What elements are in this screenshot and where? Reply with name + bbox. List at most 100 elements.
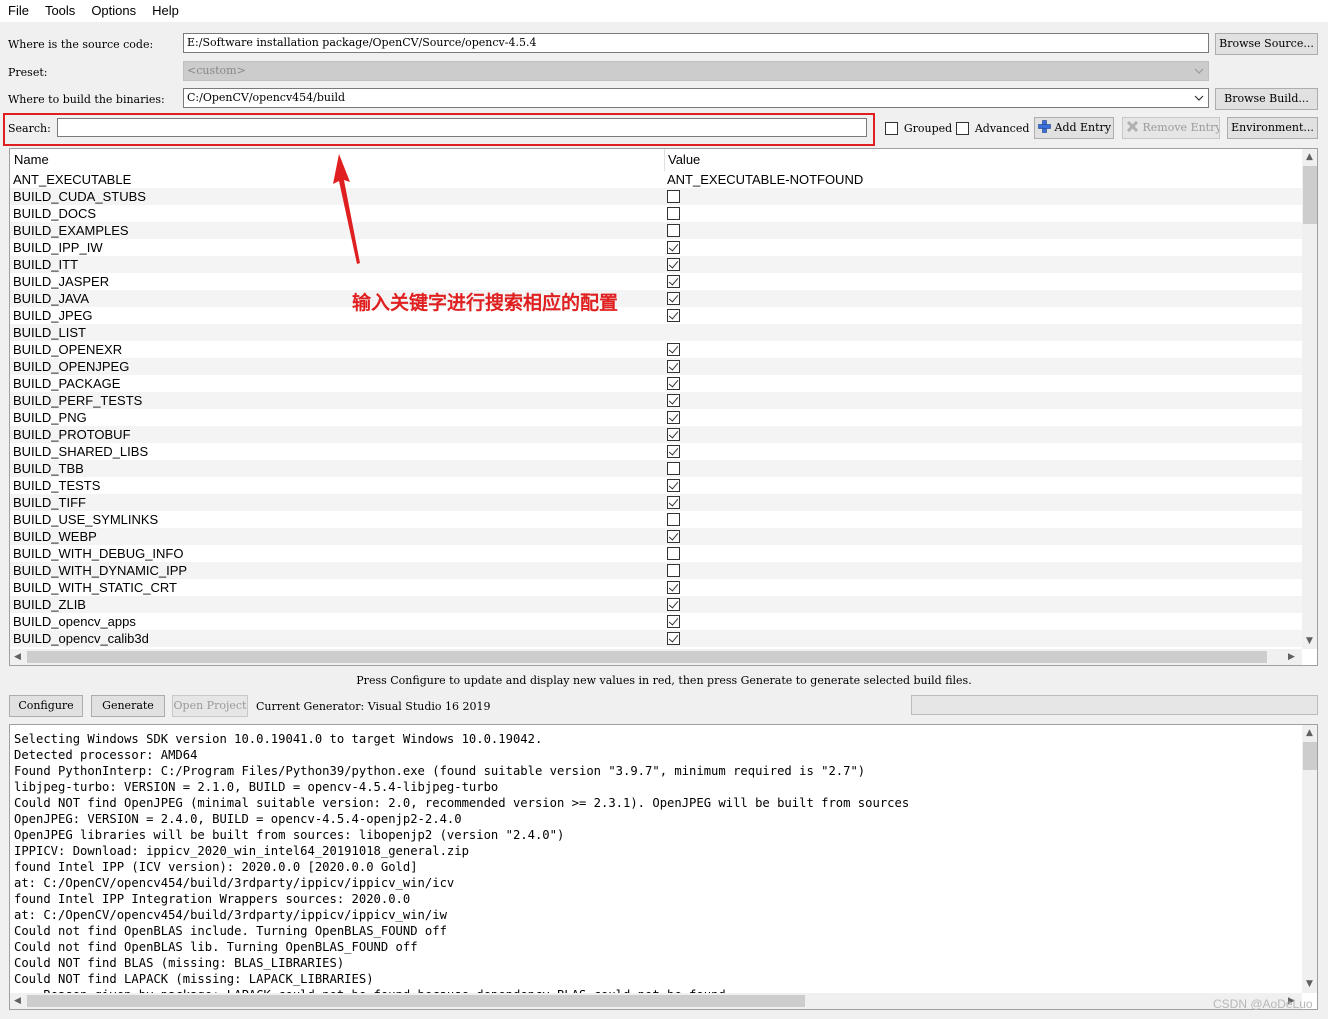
- log-vertical-scrollbar[interactable]: ▲ ▼: [1302, 725, 1317, 993]
- table-row[interactable]: BUILD_TESTS: [10, 477, 1302, 494]
- source-path-input[interactable]: E:/Software installation package/OpenCV/…: [183, 33, 1209, 53]
- menu-file[interactable]: File: [0, 0, 37, 22]
- table-row[interactable]: BUILD_ZLIB: [10, 596, 1302, 613]
- output-log-text: Selecting Windows SDK version 10.0.19041…: [14, 731, 909, 1003]
- scroll-up-icon[interactable]: ▲: [1306, 728, 1313, 738]
- table-row[interactable]: BUILD_opencv_apps: [10, 613, 1302, 630]
- grouped-checkbox-box[interactable]: [885, 122, 898, 135]
- table-row[interactable]: BUILD_PROTOBUF: [10, 426, 1302, 443]
- row-name: BUILD_ZLIB: [13, 597, 86, 612]
- add-entry-button[interactable]: Add Entry: [1034, 117, 1114, 139]
- row-value-checkbox[interactable]: [667, 275, 680, 288]
- table-row[interactable]: BUILD_PERF_TESTS: [10, 392, 1302, 409]
- build-path-select[interactable]: C:/OpenCV/opencv454/build: [183, 88, 1209, 108]
- table-vertical-scrollbar[interactable]: ▲ ▼: [1302, 149, 1317, 649]
- table-row[interactable]: ANT_EXECUTABLE ANT_EXECUTABLE-NOTFOUND: [10, 171, 1302, 188]
- row-value-checkbox[interactable]: [667, 615, 680, 628]
- row-name: BUILD_DOCS: [13, 206, 97, 221]
- row-value-checkbox[interactable]: [667, 462, 680, 475]
- row-value-checkbox[interactable]: [667, 309, 680, 322]
- row-value-text: ANT_EXECUTABLE-NOTFOUND: [667, 172, 864, 187]
- row-value-checkbox[interactable]: [667, 394, 680, 407]
- table-row[interactable]: BUILD_DOCS: [10, 205, 1302, 222]
- scroll-down-icon[interactable]: ▼: [1306, 636, 1313, 646]
- row-value-checkbox[interactable]: [667, 530, 680, 543]
- row-value-checkbox[interactable]: [667, 360, 680, 373]
- table-row[interactable]: BUILD_PACKAGE: [10, 375, 1302, 392]
- preset-select[interactable]: <custom>: [183, 61, 1209, 81]
- row-value-checkbox[interactable]: [667, 343, 680, 356]
- table-row[interactable]: BUILD_JASPER: [10, 273, 1302, 290]
- remove-entry-button[interactable]: Remove Entry: [1122, 117, 1220, 139]
- row-value-checkbox[interactable]: [667, 241, 680, 254]
- row-name: BUILD_PERF_TESTS: [13, 393, 143, 408]
- table-row[interactable]: BUILD_PNG: [10, 409, 1302, 426]
- row-value-checkbox[interactable]: [667, 411, 680, 424]
- table-horizontal-scrollbar[interactable]: ◀ ▶: [10, 649, 1302, 665]
- table-row[interactable]: BUILD_IPP_IW: [10, 239, 1302, 256]
- browse-source-button[interactable]: Browse Source...: [1215, 33, 1318, 55]
- browse-build-button[interactable]: Browse Build...: [1215, 88, 1318, 110]
- table-row[interactable]: BUILD_TIFF: [10, 494, 1302, 511]
- row-value-checkbox[interactable]: [667, 598, 680, 611]
- log-line: Found PythonInterp: C:/Program Files/Pyt…: [14, 764, 866, 778]
- table-row[interactable]: BUILD_USE_SYMLINKS: [10, 511, 1302, 528]
- table-vscroll-thumb[interactable]: [1303, 166, 1317, 224]
- log-line: libjpeg-turbo: VERSION = 2.1.0, BUILD = …: [14, 780, 499, 794]
- open-project-button[interactable]: Open Project: [172, 695, 248, 717]
- table-row[interactable]: BUILD_OPENJPEG: [10, 358, 1302, 375]
- row-value-checkbox[interactable]: [667, 445, 680, 458]
- scroll-right-icon[interactable]: ▶: [1288, 652, 1295, 662]
- chevron-down-icon: [1194, 68, 1204, 74]
- table-row[interactable]: BUILD_JAVA: [10, 290, 1302, 307]
- row-value-checkbox[interactable]: [667, 547, 680, 560]
- row-value-checkbox[interactable]: [667, 190, 680, 203]
- row-value-checkbox[interactable]: [667, 632, 680, 645]
- table-hscroll-thumb[interactable]: [27, 651, 1267, 663]
- table-row[interactable]: BUILD_ITT: [10, 256, 1302, 273]
- log-vscroll-thumb[interactable]: [1303, 742, 1317, 770]
- row-value-checkbox[interactable]: [667, 428, 680, 441]
- table-row[interactable]: BUILD_CUDA_STUBS: [10, 188, 1302, 205]
- configure-button[interactable]: Configure: [9, 695, 83, 717]
- menu-help[interactable]: Help: [144, 0, 187, 22]
- scroll-down-icon[interactable]: ▼: [1306, 979, 1313, 989]
- log-line: Could NOT find LAPACK (missing: LAPACK_L…: [14, 972, 374, 986]
- column-header-name[interactable]: Name: [14, 152, 49, 167]
- row-value-checkbox[interactable]: [667, 224, 680, 237]
- grouped-checkbox[interactable]: Grouped: [885, 121, 952, 135]
- generate-button[interactable]: Generate: [91, 695, 165, 717]
- table-row[interactable]: BUILD_opencv_calib3d: [10, 630, 1302, 647]
- row-value-checkbox[interactable]: [667, 258, 680, 271]
- table-row[interactable]: BUILD_SHARED_LIBS: [10, 443, 1302, 460]
- menu-options[interactable]: Options: [83, 0, 144, 22]
- table-row[interactable]: BUILD_EXAMPLES: [10, 222, 1302, 239]
- advanced-checkbox-box[interactable]: [956, 122, 969, 135]
- log-horizontal-scrollbar[interactable]: ◀ ▶: [10, 993, 1302, 1009]
- row-value-checkbox[interactable]: [667, 292, 680, 305]
- build-label: Where to build the binaries:: [8, 93, 165, 106]
- row-value-checkbox[interactable]: [667, 377, 680, 390]
- table-row[interactable]: BUILD_OPENEXR: [10, 341, 1302, 358]
- row-value-checkbox[interactable]: [667, 207, 680, 220]
- table-row[interactable]: BUILD_LIST: [10, 324, 1302, 341]
- table-row[interactable]: BUILD_JPEG: [10, 307, 1302, 324]
- table-row[interactable]: BUILD_TBB: [10, 460, 1302, 477]
- table-row[interactable]: BUILD_WEBP: [10, 528, 1302, 545]
- scroll-left-icon[interactable]: ◀: [14, 996, 21, 1006]
- row-value-checkbox[interactable]: [667, 496, 680, 509]
- row-value-checkbox[interactable]: [667, 564, 680, 577]
- row-value-checkbox[interactable]: [667, 479, 680, 492]
- log-hscroll-thumb[interactable]: [27, 995, 805, 1007]
- column-header-value[interactable]: Value: [668, 152, 700, 167]
- table-row[interactable]: BUILD_WITH_STATIC_CRT: [10, 579, 1302, 596]
- table-row[interactable]: BUILD_WITH_DYNAMIC_IPP: [10, 562, 1302, 579]
- environment-button[interactable]: Environment...: [1227, 117, 1318, 139]
- advanced-checkbox[interactable]: Advanced: [956, 121, 1029, 135]
- table-row[interactable]: BUILD_WITH_DEBUG_INFO: [10, 545, 1302, 562]
- scroll-left-icon[interactable]: ◀: [14, 652, 21, 662]
- row-value-checkbox[interactable]: [667, 513, 680, 526]
- menu-tools[interactable]: Tools: [37, 0, 83, 22]
- row-value-checkbox[interactable]: [667, 581, 680, 594]
- scroll-up-icon[interactable]: ▲: [1306, 152, 1313, 162]
